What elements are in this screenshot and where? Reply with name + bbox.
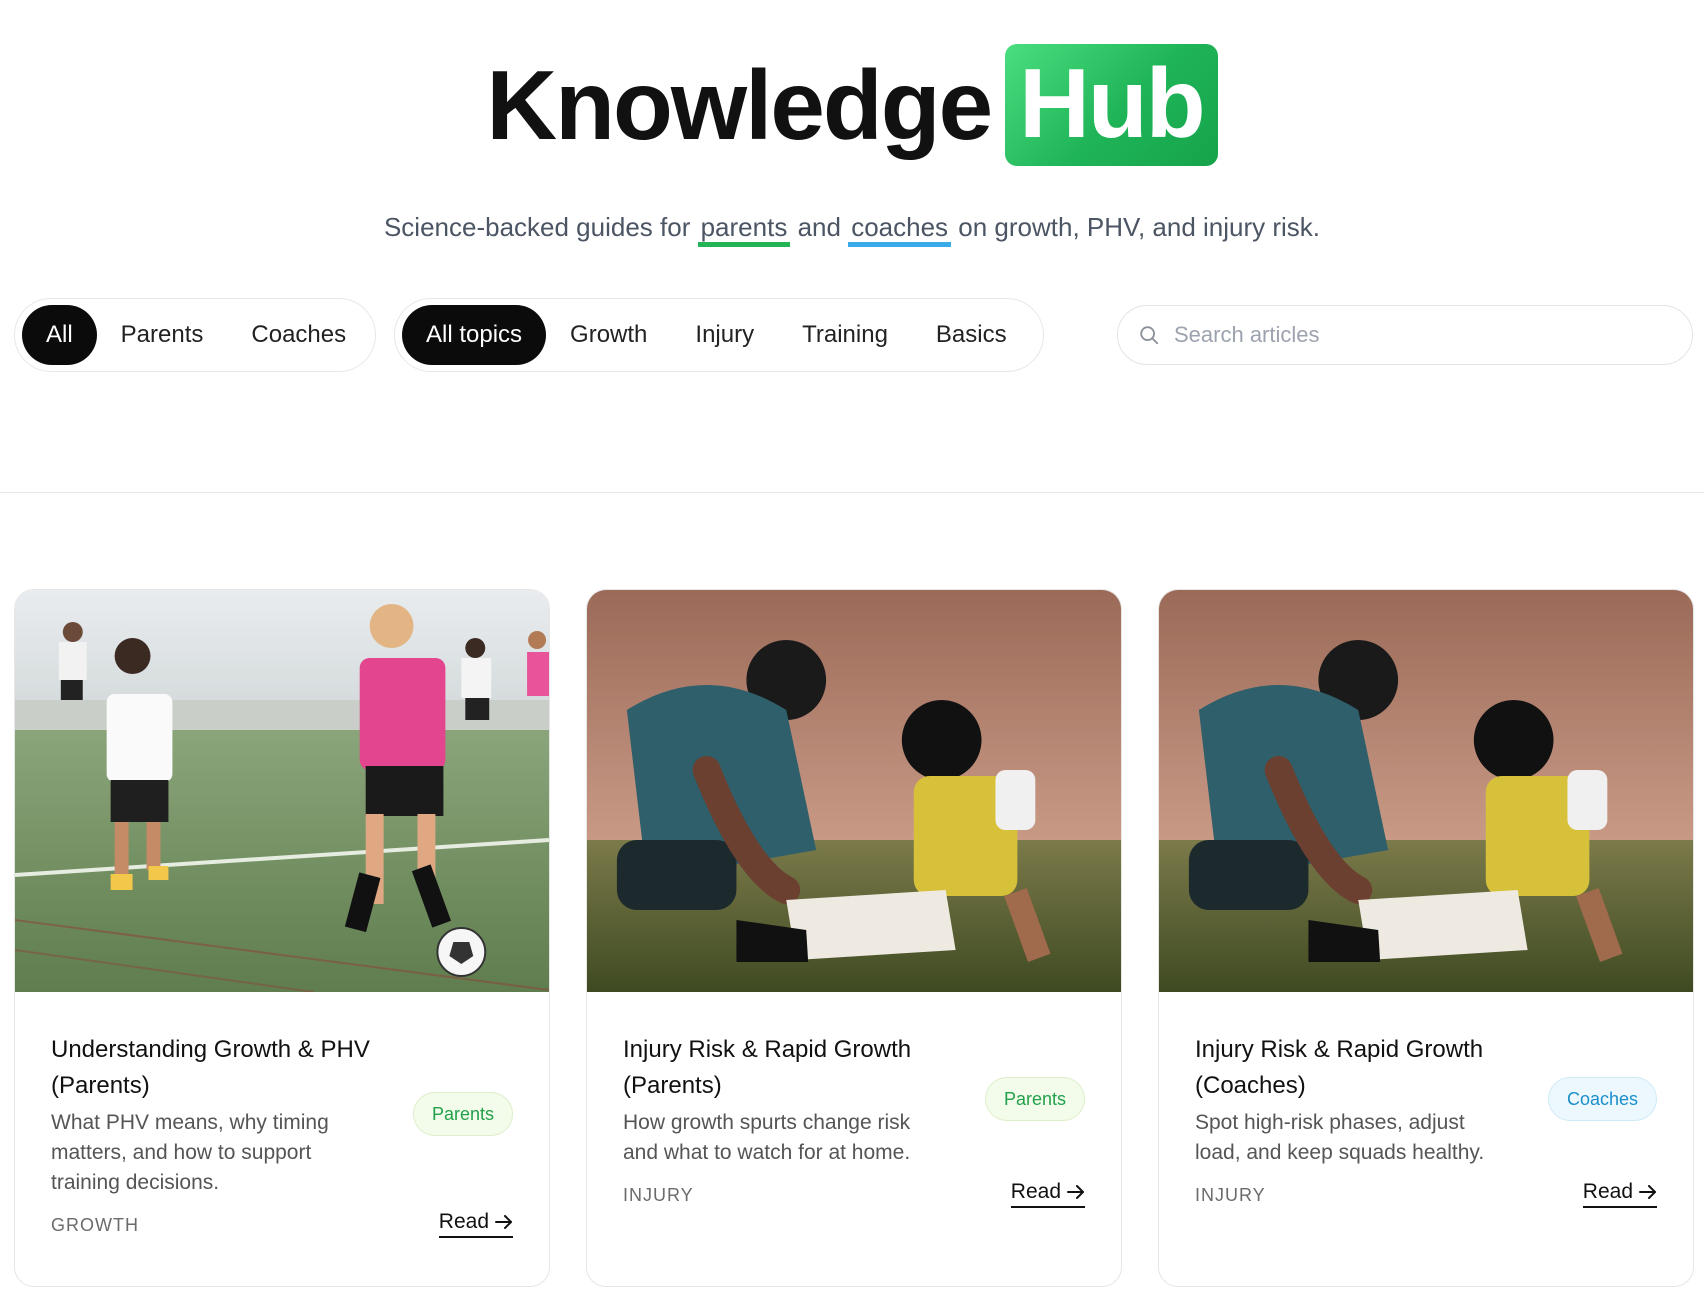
arrow-right-icon [495, 1215, 512, 1229]
article-card[interactable]: Injury Risk & Rapid Growth (Coaches) Spo… [1158, 589, 1694, 1287]
page-subtitle: Science-backed guides for parents and co… [0, 212, 1704, 247]
card-title: Understanding Growth & PHV (Parents) [51, 1036, 370, 1099]
card-body: Understanding Growth & PHV (Parents) Wha… [15, 992, 549, 1286]
card-description: Spot high-risk phases, adjust load, and … [1195, 1111, 1485, 1164]
arrow-right-icon [1639, 1185, 1656, 1199]
article-card[interactable]: Injury Risk & Rapid Growth (Parents) How… [586, 589, 1122, 1287]
card-category: GROWTH [51, 1215, 139, 1235]
audience-badge: Coaches [1547, 1077, 1657, 1121]
filter-all[interactable]: All [22, 305, 97, 365]
title-knowledge: Knowledge [486, 50, 993, 160]
audience-badge: Parents [984, 1077, 1085, 1121]
read-link[interactable]: Read [1010, 1180, 1085, 1208]
subtitle-coaches: coaches [848, 212, 952, 247]
read-label: Read [1010, 1180, 1061, 1203]
card-description: What PHV means, why timing matters, and … [51, 1111, 329, 1194]
read-label: Read [1582, 1180, 1633, 1203]
card-image-injured-player [1159, 590, 1693, 992]
search-input[interactable] [1174, 322, 1654, 348]
audience-filter: All Parents Coaches [14, 298, 376, 372]
subtitle-prefix: Science-backed guides for [383, 212, 691, 242]
filter-parents[interactable]: Parents [97, 305, 228, 365]
audience-badge: Parents [412, 1092, 513, 1136]
arrow-right-icon [1067, 1185, 1084, 1199]
article-card[interactable]: Understanding Growth & PHV (Parents) Wha… [14, 589, 550, 1287]
section-divider [0, 492, 1704, 493]
title-hub-badge: Hub [1005, 44, 1218, 166]
card-title: Injury Risk & Rapid Growth (Parents) [623, 1036, 912, 1099]
subtitle-and: and [797, 212, 841, 242]
card-image-youth-football [15, 590, 549, 992]
topic-filter: All topics Growth Injury Training Basics [394, 298, 1044, 372]
card-description: How growth spurts change risk and what t… [623, 1111, 911, 1164]
card-body: Injury Risk & Rapid Growth (Coaches) Spo… [1159, 992, 1693, 1286]
search-box[interactable] [1117, 305, 1693, 365]
page-title: Knowledge Hub [0, 44, 1704, 166]
filter-coaches[interactable]: Coaches [227, 305, 370, 365]
read-link[interactable]: Read [438, 1210, 513, 1238]
card-image-injured-player [587, 590, 1121, 992]
subtitle-suffix: on growth, PHV, and injury risk. [958, 212, 1321, 242]
topic-growth[interactable]: Growth [546, 305, 671, 365]
topic-training[interactable]: Training [778, 305, 912, 365]
topic-injury[interactable]: Injury [671, 305, 778, 365]
card-body: Injury Risk & Rapid Growth (Parents) How… [587, 992, 1121, 1286]
read-label: Read [438, 1210, 489, 1233]
topic-all[interactable]: All topics [402, 305, 547, 365]
magnifier-icon [1140, 326, 1159, 345]
card-category: INJURY [623, 1185, 694, 1205]
card-category: INJURY [1195, 1185, 1266, 1205]
read-link[interactable]: Read [1582, 1180, 1657, 1208]
subtitle-parents: parents [697, 212, 791, 247]
card-title: Injury Risk & Rapid Growth (Coaches) [1195, 1036, 1484, 1099]
topic-basics[interactable]: Basics [912, 305, 1031, 365]
